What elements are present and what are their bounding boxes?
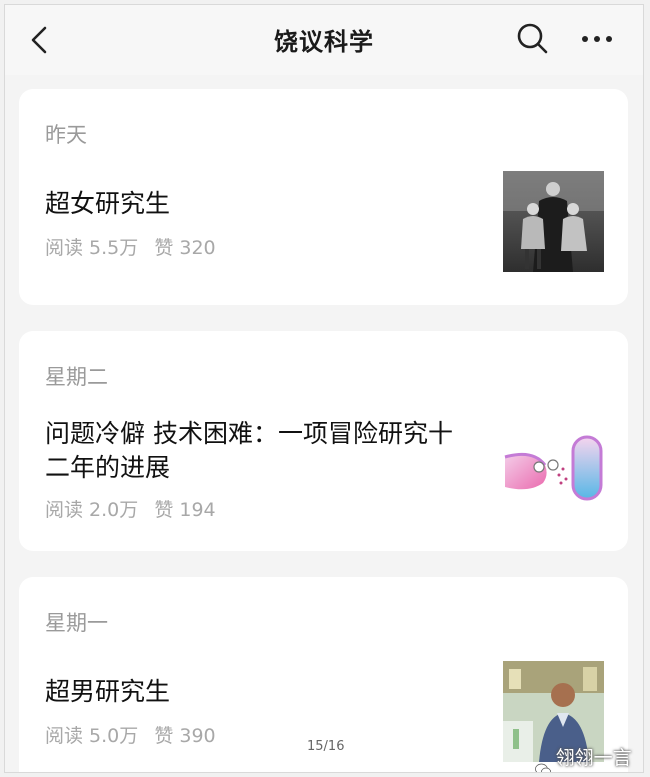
read-count: 阅读 5.0万: [45, 725, 139, 747]
app-frame: 饶议科学 昨天 超女研究生 阅读 5.5万 赞 320 星期二 问题冷僻 技术困…: [4, 4, 644, 773]
watermark-text: 翎翎一言堂: [555, 747, 632, 769]
page-indicator: 15/16: [307, 739, 345, 754]
read-count: 阅读 5.5万: [45, 237, 139, 259]
family-photo-image: [503, 171, 604, 272]
article-thumbnail[interactable]: [503, 427, 604, 528]
like-count: 赞 194: [154, 499, 216, 521]
wechat-icon: [535, 763, 552, 772]
article-card[interactable]: 星期二 问题冷僻 技术困难：一项冒险研究十 二年的进展 阅读 2.0万 赞 19…: [19, 331, 628, 551]
article-title[interactable]: 问题冷僻 技术困难：一项冒险研究十 二年的进展: [45, 417, 495, 485]
article-title[interactable]: 超女研究生: [45, 187, 170, 221]
like-count: 赞 390: [154, 725, 216, 747]
article-date: 昨天: [45, 123, 87, 147]
more-dots-icon: [582, 36, 612, 42]
search-button[interactable]: [515, 21, 551, 57]
synapse-illustration-image: [504, 435, 603, 501]
article-meta: 阅读 2.0万 赞 194: [45, 495, 226, 522]
article-title-line: 问题冷僻 技术困难：一项冒险研究十: [45, 419, 453, 448]
article-meta: 阅读 5.5万 赞 320: [45, 233, 226, 260]
top-bar: 饶议科学: [5, 5, 643, 75]
article-title-line: 二年的进展: [45, 453, 171, 482]
search-icon: [517, 23, 548, 54]
article-meta: 阅读 5.0万 赞 390: [45, 721, 226, 748]
article-thumbnail[interactable]: [503, 171, 604, 272]
like-count: 赞 320: [154, 237, 216, 259]
article-card[interactable]: 昨天 超女研究生 阅读 5.5万 赞 320: [19, 89, 628, 305]
watermark: 翎翎一言堂: [535, 743, 643, 772]
read-count: 阅读 2.0万: [45, 499, 139, 521]
article-title[interactable]: 超男研究生: [45, 675, 170, 709]
article-date: 星期一: [45, 611, 108, 635]
more-button[interactable]: [577, 21, 617, 57]
article-date: 星期二: [45, 365, 108, 389]
